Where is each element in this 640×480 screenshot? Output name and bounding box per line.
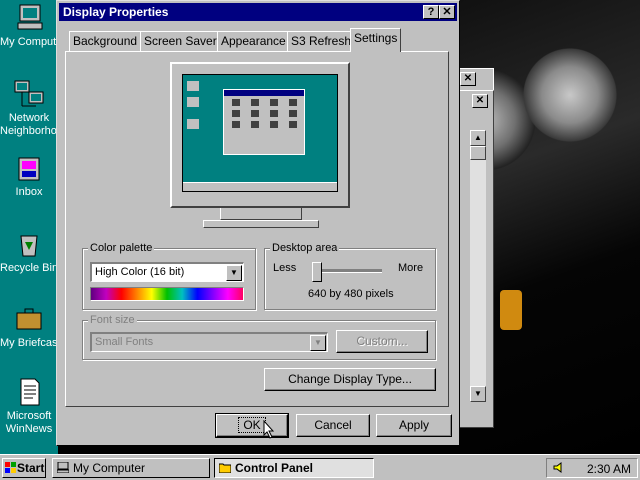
font-size-value: Small Fonts xyxy=(95,336,154,348)
my-briefcase-icon xyxy=(16,308,42,330)
preview-window-icons xyxy=(224,96,304,131)
color-palette-label: Color palette xyxy=(88,242,155,254)
recycle-bin-icon xyxy=(20,235,38,257)
my-computer-icon xyxy=(57,462,69,473)
apply-button[interactable]: Apply xyxy=(376,414,452,437)
windows-logo-icon xyxy=(5,462,16,473)
task-my-computer[interactable]: My Computer xyxy=(52,458,210,478)
preview-desktop-icon xyxy=(187,81,199,91)
scroll-down-icon[interactable]: ▼ xyxy=(470,386,486,402)
desktop-icon-label: Neighborhood xyxy=(0,125,58,137)
control-panel-scrollbar[interactable] xyxy=(470,130,486,402)
tab-screen-saver[interactable]: Screen Saver xyxy=(140,31,221,51)
desktop-icon-my-computer[interactable]: My Computer xyxy=(0,2,58,49)
ok-button-label: OK xyxy=(238,417,266,433)
desktop-icon-label: Network xyxy=(8,112,50,124)
monitor-preview xyxy=(170,62,350,208)
desktop-icon-microsoft-winnews[interactable]: Microsoft WinNews xyxy=(0,376,58,436)
close-button[interactable]: ✕ xyxy=(439,5,455,19)
task-label: My Computer xyxy=(73,461,146,475)
resolution-slider-track[interactable] xyxy=(316,269,382,273)
preview-desktop-icon xyxy=(187,97,199,107)
color-palette-select[interactable]: High Color (16 bit) ▼ xyxy=(90,262,244,282)
preview-taskbar xyxy=(183,182,337,191)
tab-settings[interactable]: Settings xyxy=(350,28,402,52)
ok-button[interactable]: OK xyxy=(215,413,289,438)
resolution-slider-thumb[interactable] xyxy=(312,262,322,282)
help-button[interactable]: ? xyxy=(423,5,439,19)
desktop-icon-recycle-bin[interactable]: Recycle Bin xyxy=(0,228,58,275)
preview-screen xyxy=(182,74,338,192)
font-size-label: Font size xyxy=(88,314,137,326)
preview-desktop-icon xyxy=(187,119,199,129)
desktop-icon-label: Recycle Bin xyxy=(0,262,58,274)
resolution-text: 640 by 480 pixels xyxy=(308,288,394,300)
inbox-icon xyxy=(18,157,40,181)
desktop-icon-label: My Computer xyxy=(0,36,58,48)
desktop-icon-network[interactable]: Network Neighborhood xyxy=(0,78,58,138)
custom-button[interactable]: Custom... xyxy=(336,330,428,353)
more-label: More xyxy=(398,262,424,274)
document-icon xyxy=(20,378,40,406)
desktop-icon-inbox[interactable]: Inbox xyxy=(0,152,58,199)
monitor-stand xyxy=(220,208,302,220)
chevron-down-icon[interactable]: ▼ xyxy=(226,265,242,281)
color-palette-value: High Color (16 bit) xyxy=(95,266,185,278)
start-label: Start xyxy=(17,461,45,475)
task-label: Control Panel xyxy=(235,461,314,475)
desktop-icon-my-briefcase[interactable]: My Briefcase xyxy=(0,303,58,350)
desktop-icon-label: Inbox xyxy=(15,186,43,198)
folder-icon xyxy=(219,463,231,473)
task-control-panel[interactable]: Control Panel xyxy=(214,458,374,478)
monitor-base xyxy=(203,220,319,228)
desktop-icon-label: My Briefcase xyxy=(0,337,58,349)
cancel-button[interactable]: Cancel xyxy=(296,414,370,437)
background-window-close-icon[interactable]: ✕ xyxy=(460,72,476,86)
preview-window xyxy=(223,89,305,155)
scroll-up-icon[interactable]: ▲ xyxy=(470,130,486,146)
less-label: Less xyxy=(273,262,297,274)
dialog-title: Display Properties xyxy=(63,5,169,19)
tab-appearance[interactable]: Appearance xyxy=(217,31,290,51)
scroll-thumb[interactable] xyxy=(470,146,486,160)
title-bar[interactable]: Display Properties ? ✕ xyxy=(59,3,457,21)
start-button[interactable]: Start xyxy=(2,458,46,478)
font-size-select[interactable]: Small Fonts ▼ xyxy=(90,332,328,352)
tab-s3-refresh[interactable]: S3 Refresh xyxy=(287,31,356,51)
wallpaper-detail xyxy=(500,290,522,330)
speaker-icon[interactable] xyxy=(553,462,565,473)
mouse-cursor-icon xyxy=(263,420,275,439)
color-spectrum-bar xyxy=(90,287,244,301)
change-display-type-button[interactable]: Change Display Type... xyxy=(264,368,436,391)
my-computer-icon xyxy=(17,4,43,30)
desktop-area-group xyxy=(264,248,436,310)
desktop-area-label: Desktop area xyxy=(270,242,340,254)
desktop-icon-label: WinNews xyxy=(5,423,53,435)
network-neighborhood-icon xyxy=(14,80,44,107)
chevron-down-icon[interactable]: ▼ xyxy=(310,335,326,351)
clock[interactable]: 2:30 AM xyxy=(587,462,631,476)
system-tray: 2:30 AM xyxy=(546,458,638,478)
control-panel-close-icon[interactable]: ✕ xyxy=(472,94,488,108)
tab-background[interactable]: Background xyxy=(69,31,142,51)
desktop-icon-label: Microsoft xyxy=(6,410,52,422)
taskbar: Start My Computer Control Panel 2:30 AM xyxy=(0,454,640,480)
